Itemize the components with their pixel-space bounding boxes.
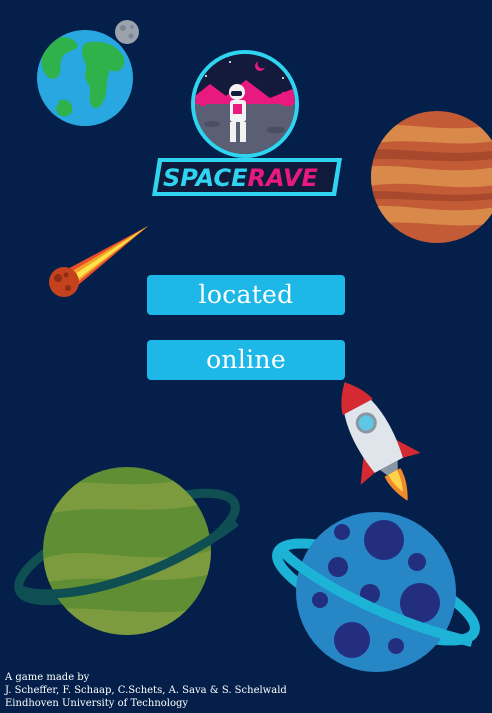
credits-line-1: A game made by [5, 672, 90, 683]
credits-line-2: J. Scheffer, F. Schaap, C.Schets, A. Sav… [5, 685, 287, 696]
earth-icon [37, 30, 133, 126]
blue-ringed-planet-icon [272, 512, 480, 672]
logo-title: SPACERAVE [163, 164, 319, 192]
online-button[interactable]: online [147, 340, 345, 380]
rocket-icon [341, 382, 421, 501]
jupiter-icon [371, 111, 492, 243]
astronaut-logo-icon [191, 50, 299, 158]
logo-title-space: SPACE [163, 164, 248, 192]
meteor-icon [49, 226, 148, 297]
credits-block: A game made by J. Scheffer, F. Schaap, C… [5, 671, 287, 710]
logo-banner: SPACERAVE [152, 158, 342, 196]
located-button[interactable]: located [147, 275, 345, 315]
moon-icon [115, 20, 139, 44]
logo-title-rave: RAVE [248, 164, 319, 192]
green-ringed-planet-icon [14, 467, 240, 635]
credits-line-3: Eindhoven University of Technology [5, 698, 189, 709]
